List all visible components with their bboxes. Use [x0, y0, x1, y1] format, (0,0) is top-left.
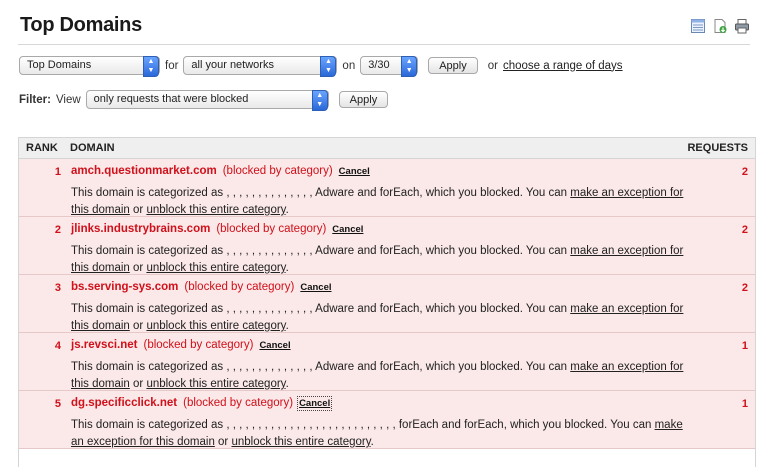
choose-range-link[interactable]: choose a range of days: [503, 60, 623, 72]
or-text: or: [129, 262, 147, 274]
domain-description: This domain is categorized as , , , , , …: [71, 185, 691, 219]
or-label: or: [487, 59, 498, 72]
table-header: RANK DOMAIN REQUESTS: [19, 138, 755, 159]
unblock-category-link[interactable]: unblock this entire category: [231, 436, 370, 448]
domain-description: This domain is categorized as , , , , , …: [71, 243, 691, 277]
domain-description: This domain is categorized as , , , , , …: [71, 417, 691, 451]
select-arrows-icon: ▲ ▼: [143, 56, 159, 77]
domain-name: amch.questionmarket.com: [71, 165, 217, 177]
domain-line: jlinks.industrybrains.com (blocked by cat…: [71, 223, 363, 235]
title-divider: [18, 44, 750, 45]
description-text: This domain is categorized as , , , , , …: [71, 245, 571, 257]
report-controls: Top Domains ▲ ▼ for all your networks ▲ ▼ …: [19, 56, 623, 77]
description-text: This domain is categorized as , , , , , …: [71, 303, 571, 315]
cancel-link[interactable]: Cancel: [339, 166, 370, 177]
domain-description: This domain is categorized as , , , , , …: [71, 359, 691, 393]
period-text: .: [285, 320, 289, 332]
description-text: This domain is categorized as , , , , , …: [71, 187, 571, 199]
date-select-value: 3/30: [368, 59, 390, 71]
table-row: 5 dg.specificclick.net (blocked by catego…: [19, 391, 755, 449]
apply-report-button[interactable]: Apply: [428, 57, 478, 74]
domain-line: amch.questionmarket.com (blocked by categ…: [71, 165, 370, 177]
domain-line: bs.serving-sys.com (blocked by category) C…: [71, 281, 332, 293]
description-text: This domain is categorized as , , , , , …: [71, 361, 571, 373]
or-text: or: [214, 436, 232, 448]
report-select[interactable]: Top Domains ▲ ▼: [19, 56, 160, 77]
table-row: 4 js.revsci.net (blocked by category) Canc…: [19, 333, 755, 391]
unblock-category-link[interactable]: unblock this entire category: [146, 262, 285, 274]
period-text: .: [285, 378, 289, 390]
domain-description: This domain is categorized as , , , , , …: [71, 301, 691, 335]
date-select[interactable]: 3/30 ▲ ▼: [360, 56, 419, 77]
table-row: 2 jlinks.industrybrains.com (blocked by c…: [19, 217, 755, 275]
rank-value: 1: [54, 166, 61, 178]
select-arrows-icon: ▲ ▼: [311, 90, 328, 111]
period-text: .: [285, 262, 289, 274]
requests-count: 2: [741, 166, 748, 178]
network-select[interactable]: all your networks ▲ ▼: [183, 56, 338, 77]
cancel-link[interactable]: Cancel: [332, 224, 363, 235]
print-icon[interactable]: [734, 18, 750, 34]
or-text: or: [129, 204, 147, 216]
select-arrows-icon: ▲ ▼: [320, 56, 337, 77]
view-label: View: [55, 93, 81, 106]
description-text: This domain is categorized as , , , , , …: [71, 419, 655, 431]
domain-name: bs.serving-sys.com: [71, 281, 179, 293]
cancel-link[interactable]: Cancel: [259, 340, 290, 351]
header-toolbar: [690, 18, 750, 34]
domain-line: js.revsci.net (blocked by category) Cancel: [71, 339, 291, 351]
export-icon[interactable]: [712, 18, 728, 34]
filter-select[interactable]: only requests that were blocked ▲ ▼: [85, 90, 329, 111]
rank-header: RANK: [26, 142, 58, 154]
period-text: .: [370, 436, 374, 448]
domain-name: jlinks.industrybrains.com: [71, 223, 211, 235]
domains-table: RANK DOMAIN REQUESTS 1 amch.questionmark…: [18, 137, 756, 467]
unblock-category-link[interactable]: unblock this entire category: [146, 320, 285, 332]
filter-select-value: only requests that were blocked: [93, 93, 249, 105]
filter-controls: Filter: View only requests that were blo…: [19, 90, 389, 111]
blocked-status: (blocked by category): [143, 339, 254, 351]
apply-filter-button[interactable]: Apply: [338, 91, 389, 108]
domain-name: dg.specificclick.net: [71, 397, 178, 409]
or-text: or: [129, 320, 147, 332]
select-arrows-icon: ▲ ▼: [401, 56, 418, 77]
rank-value: 2: [54, 224, 61, 236]
page-title: Top Domains: [20, 14, 142, 36]
domain-header: DOMAIN: [70, 142, 115, 154]
blocked-status: (blocked by category): [183, 397, 294, 409]
for-label: for: [165, 59, 179, 72]
period-text: .: [285, 204, 289, 216]
report-select-value: Top Domains: [27, 59, 92, 71]
unblock-category-link[interactable]: unblock this entire category: [146, 378, 285, 390]
requests-count: 2: [741, 282, 748, 294]
blocked-status: (blocked by category): [222, 165, 333, 177]
network-select-value: all your networks: [191, 59, 274, 71]
cancel-link[interactable]: Cancel: [297, 396, 333, 411]
unblock-category-link[interactable]: unblock this entire category: [146, 204, 285, 216]
table-view-icon[interactable]: [690, 18, 706, 34]
rank-value: 5: [54, 398, 61, 410]
table-row: 3 bs.serving-sys.com (blocked by category…: [19, 275, 755, 333]
rank-value: 4: [54, 340, 61, 352]
blocked-status: (blocked by category): [184, 281, 295, 293]
rank-value: 3: [54, 282, 61, 294]
blocked-status: (blocked by category): [216, 223, 327, 235]
table-row: 1 amch.questionmarket.com (blocked by cat…: [19, 159, 755, 217]
requests-count: 1: [741, 340, 748, 352]
requests-header: REQUESTS: [687, 142, 748, 154]
or-text: or: [129, 378, 147, 390]
on-label: on: [342, 59, 356, 72]
filter-label: Filter:: [19, 93, 51, 106]
cancel-link[interactable]: Cancel: [300, 282, 331, 293]
requests-count: 1: [741, 398, 748, 410]
domain-line: dg.specificclick.net (blocked by category…: [71, 396, 333, 411]
requests-count: 2: [741, 224, 748, 236]
domain-name: js.revsci.net: [71, 339, 138, 351]
